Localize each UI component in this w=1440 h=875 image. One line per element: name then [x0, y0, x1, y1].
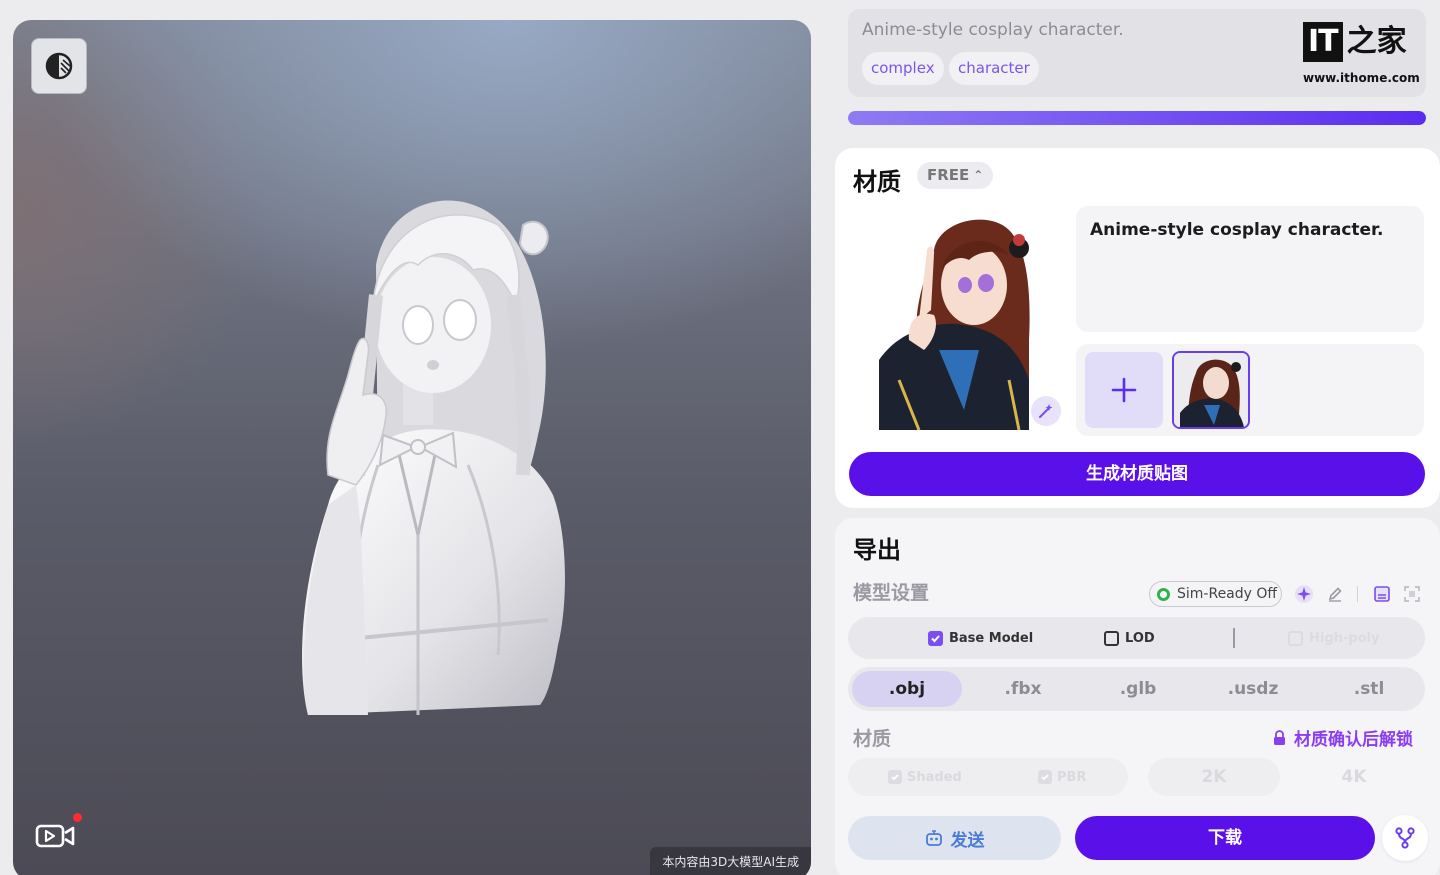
material-title: 材质 [853, 168, 901, 196]
free-badge-toggle[interactable]: FREE ⌃ [917, 162, 994, 189]
export-title: 导出 [853, 536, 901, 564]
pbr-option: PBR [1038, 758, 1086, 796]
format-fbx[interactable]: .fbx [968, 671, 1078, 707]
magic-wand-icon [1039, 404, 1053, 418]
checkbox-unchecked-icon [1104, 630, 1119, 646]
checkbox-disabled-icon [1288, 630, 1303, 646]
format-selector: .obj .fbx .glb .usdz .stl [848, 667, 1425, 711]
frame-icon [1404, 586, 1420, 602]
material-unlock-notice: 材质确认后解锁 [1273, 725, 1413, 750]
generate-texture-button[interactable]: 生成材质贴图 [849, 452, 1425, 496]
unlock-text: 材质确认后解锁 [1294, 730, 1413, 750]
recording-indicator [73, 813, 82, 822]
reference-thumbnail-image [1174, 353, 1248, 427]
reference-thumbnail[interactable] [1172, 351, 1250, 429]
reference-images-row [1076, 344, 1424, 436]
base-model-option[interactable]: Base Model [928, 617, 1033, 659]
save-button[interactable] [1372, 584, 1392, 604]
logo-url: www.ithome.com [1303, 71, 1420, 85]
plus-icon [1111, 377, 1137, 403]
save-icon [1374, 586, 1390, 602]
logo-chinese-text: 之家 [1346, 24, 1407, 59]
fork-icon [1395, 827, 1415, 849]
high-poly-label: High-poly [1309, 630, 1380, 646]
format-usdz[interactable]: .usdz [1198, 671, 1308, 707]
send-button[interactable]: 发送 [848, 816, 1061, 860]
ai-generated-notice: 本内容由3D大模型AI生成 [650, 847, 811, 875]
checkbox-disabled-icon [888, 770, 902, 784]
texture-options-row: Shaded PBR 2K 4K [848, 758, 1425, 796]
video-record-icon[interactable] [35, 820, 75, 852]
send-label: 发送 [950, 830, 985, 851]
material-card: 材质 FREE⌃ Anime-style cosplay character. [835, 148, 1440, 508]
half-circle-contrast-icon [45, 52, 73, 80]
progress-fill [848, 111, 1426, 125]
material-description-input[interactable]: Anime-style cosplay character. [1076, 206, 1424, 332]
tag-character[interactable]: character [949, 52, 1039, 85]
options-divider [1233, 628, 1235, 648]
lod-option[interactable]: LOD [1104, 617, 1155, 659]
shaded-option: Shaded [888, 758, 962, 796]
model-viewport[interactable]: 本内容由3D大模型AI生成 [13, 20, 811, 875]
format-stl[interactable]: .stl [1314, 671, 1424, 707]
pbr-label: PBR [1057, 769, 1087, 785]
download-button[interactable]: 下载 [1075, 816, 1375, 860]
prompt-text: Anime-style cosplay character. [862, 20, 1124, 40]
prompt-card: Anime-style cosplay character. complex c… [848, 9, 1426, 97]
lod-label: LOD [1125, 630, 1155, 646]
lock-icon [1274, 730, 1285, 745]
logo-mark: IT [1303, 22, 1343, 62]
chevron-up-icon: ⌃ [973, 168, 984, 182]
format-glb[interactable]: .glb [1083, 671, 1193, 707]
export-material-label: 材质 [853, 728, 892, 750]
sparkle-button[interactable] [1294, 584, 1314, 604]
3d-model-render[interactable] [268, 175, 568, 735]
base-model-label: Base Model [949, 630, 1034, 646]
add-reference-button[interactable] [1085, 352, 1163, 428]
sim-ready-indicator [1157, 588, 1170, 601]
res-2k-option: 2K [1201, 767, 1227, 787]
magic-wand-button[interactable] [1031, 396, 1061, 426]
generation-progress-bar [848, 111, 1426, 125]
ithome-logo: IT 之家 www.ithome.com [1303, 19, 1420, 85]
edit-button[interactable] [1325, 584, 1345, 604]
model-options-row: Base Model LOD High-poly [848, 617, 1425, 659]
model-settings-label: 模型设置 [853, 582, 930, 604]
sim-ready-toggle[interactable]: Sim-Ready Off [1149, 581, 1282, 607]
checkbox-checked-icon [928, 630, 943, 646]
fork-button[interactable] [1382, 815, 1428, 861]
toolbar-separator [1357, 586, 1358, 602]
frame-button[interactable] [1402, 584, 1422, 604]
view-mode-button[interactable] [31, 38, 87, 94]
material-preview-image [879, 219, 1030, 430]
tag-complex[interactable]: complex [862, 52, 944, 85]
high-poly-option: High-poly [1288, 617, 1379, 659]
export-card: 导出 模型设置 Sim-Ready Off Base Model LOD Hig… [835, 518, 1440, 875]
bot-icon [925, 830, 942, 846]
pencil-icon [1328, 587, 1342, 602]
format-obj[interactable]: .obj [852, 671, 962, 707]
shaded-label: Shaded [907, 769, 962, 785]
sim-ready-label: Sim-Ready Off [1177, 586, 1278, 602]
res-4k-option: 4K [1341, 767, 1367, 787]
free-badge-label: FREE [927, 166, 970, 184]
sparkle-icon [1295, 585, 1313, 603]
checkbox-disabled-icon [1038, 770, 1052, 784]
